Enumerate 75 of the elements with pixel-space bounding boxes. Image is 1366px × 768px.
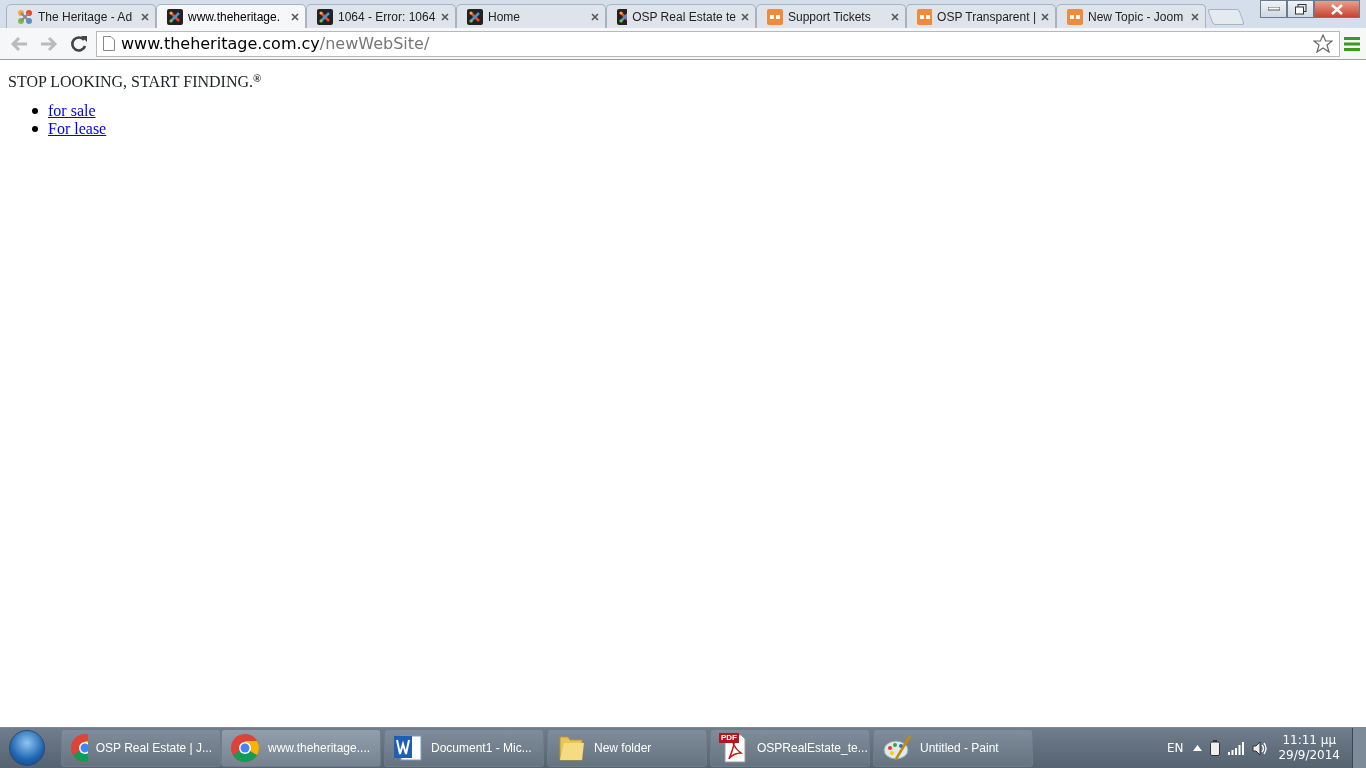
browser-tab[interactable]: OSP Transparent | xyxy=(906,4,1056,28)
joomla-icon xyxy=(167,8,183,25)
page-icon xyxy=(103,36,115,51)
taskbar-label: Untitled - Paint xyxy=(920,740,999,757)
bullet-icon xyxy=(32,126,38,132)
show-desktop-button[interactable] xyxy=(1352,727,1366,768)
back-arrow-icon xyxy=(10,35,28,52)
close-icon[interactable] xyxy=(141,11,149,22)
taskbar-button[interactable]: Untitled - Paint xyxy=(873,729,1033,767)
browser-tab[interactable]: 1064 - Error: 1064 xyxy=(306,4,456,28)
clock-date[interactable]: 29/9/2014 xyxy=(1278,748,1340,763)
address-bar[interactable]: www.theheritage.com.cy/newWebSite/ xyxy=(96,30,1340,57)
taskbar-button[interactable]: Document1 - Mic... xyxy=(384,729,544,767)
taskbar-label: OSPRealEstate_te... xyxy=(757,740,868,757)
tab-title: 1064 - Error: 1064 xyxy=(338,8,436,26)
language-indicator[interactable]: EN xyxy=(1166,739,1184,757)
close-icon xyxy=(1331,3,1343,15)
joomla-icon xyxy=(17,8,33,25)
minimize-icon xyxy=(1267,7,1280,11)
close-icon[interactable] xyxy=(741,11,749,22)
reload-icon xyxy=(70,34,88,53)
taskbar-label: OSP Real Estate | J... xyxy=(95,740,212,757)
battery-icon[interactable] xyxy=(1210,740,1221,756)
tab-title: Support Tickets xyxy=(788,8,872,26)
joomla-icon xyxy=(317,8,333,25)
start-button[interactable] xyxy=(9,730,45,766)
tab-title: OSP Real Estate te xyxy=(632,8,736,26)
taskbar-button[interactable]: OSP Real Estate | J... xyxy=(61,729,221,767)
taskbar-button[interactable]: PDF OSPRealEstate_te... xyxy=(710,729,870,767)
close-icon[interactable] xyxy=(591,11,599,22)
joomla-icon xyxy=(467,8,483,25)
star-icon[interactable] xyxy=(1313,34,1333,53)
word-icon xyxy=(393,733,423,763)
minimize-button[interactable] xyxy=(1260,0,1287,18)
folder-icon xyxy=(556,733,586,763)
close-icon[interactable] xyxy=(1041,11,1049,22)
tab-title: New Topic - Joom xyxy=(1088,8,1185,26)
close-icon[interactable] xyxy=(441,11,449,22)
site-favicon-icon xyxy=(767,8,783,25)
taskbar-label: New folder xyxy=(594,740,652,757)
url-host: www.theheritage.com.cy xyxy=(121,33,320,53)
taskbar-button[interactable]: New folder xyxy=(547,729,707,767)
browser-tab[interactable]: Home xyxy=(456,4,606,28)
site-favicon-icon xyxy=(1067,8,1083,25)
tab-title: Home xyxy=(488,8,521,26)
close-icon[interactable] xyxy=(891,11,899,22)
close-icon[interactable] xyxy=(291,11,299,22)
tab-title: The Heritage - Ad xyxy=(38,8,134,26)
joomla-icon xyxy=(617,8,628,25)
browser-tab[interactable]: The Heritage - Ad xyxy=(6,4,156,28)
bullet-icon xyxy=(32,108,38,114)
browser-tab[interactable]: OSP Real Estate te xyxy=(606,4,756,28)
forward-arrow-icon xyxy=(40,35,58,52)
site-favicon-icon xyxy=(917,8,933,25)
restore-button[interactable] xyxy=(1287,0,1314,18)
tab-title: OSP Transparent | xyxy=(937,8,1036,26)
browser-tab[interactable]: www.theheritage. xyxy=(156,4,306,28)
speaker-icon[interactable] xyxy=(1252,740,1269,756)
chrome-icon xyxy=(70,733,88,763)
taskbar-label: Document1 - Mic... xyxy=(431,740,532,757)
signal-icon[interactable] xyxy=(1228,741,1245,755)
palette-icon xyxy=(882,733,912,763)
tab-title: www.theheritage. xyxy=(188,8,282,26)
chrome-icon xyxy=(230,733,260,763)
taskbar-label: www.theheritage.... xyxy=(268,740,371,757)
browser-tab[interactable]: New Topic - Joom xyxy=(1056,4,1206,28)
menu-icon[interactable] xyxy=(1344,36,1360,51)
tray-arrow-icon[interactable] xyxy=(1193,745,1203,751)
page-heading: STOP LOOKING, START FINDING.$^{®}$ xyxy=(8,70,262,92)
restore-icon xyxy=(1294,3,1307,15)
clock-time[interactable]: 11:11 μμ xyxy=(1282,733,1337,748)
browser-tab[interactable]: Support Tickets xyxy=(756,4,906,28)
close-icon[interactable] xyxy=(1191,11,1199,22)
url-path: /newWebSite/ xyxy=(319,33,430,53)
close-button[interactable] xyxy=(1314,0,1360,18)
